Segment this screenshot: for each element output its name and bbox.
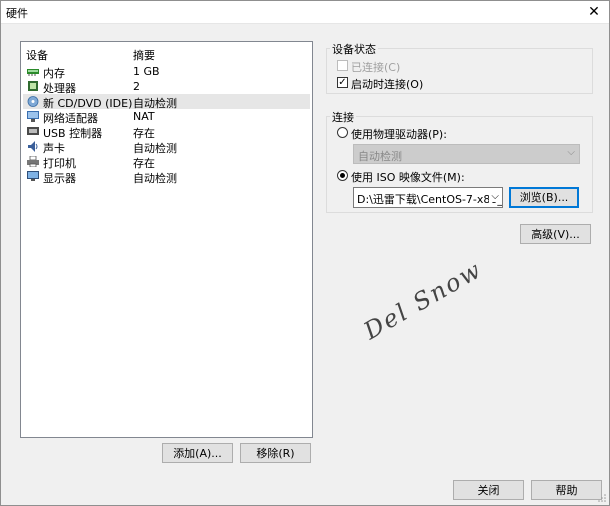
connected-label: 已连接(C) bbox=[351, 61, 401, 74]
device-row-cd-dvd[interactable]: 新 CD/DVD (IDE) 自动检测 bbox=[23, 94, 310, 110]
connect-at-power-on-label: 启动时连接(O) bbox=[351, 78, 424, 91]
device-summary: 2 bbox=[133, 80, 140, 93]
device-row-processor[interactable]: 处理器 2 bbox=[23, 79, 310, 95]
device-row-memory[interactable]: 内存 1 GB bbox=[23, 64, 310, 80]
radio-dot-icon bbox=[340, 173, 345, 178]
connect-at-power-on-checkbox[interactable]: ✓ bbox=[337, 77, 348, 88]
device-row-display[interactable]: 显示器 自动检测 bbox=[23, 169, 310, 185]
device-status-label: 设备状态 bbox=[330, 41, 378, 57]
watermark-signature: Del Snow bbox=[359, 255, 488, 346]
device-name: 显示器 bbox=[43, 172, 76, 185]
device-row-network[interactable]: 网络适配器 NAT bbox=[23, 109, 310, 125]
remove-button[interactable]: 移除(R) bbox=[240, 443, 311, 463]
iso-image-label: 使用 ISO 映像文件(M): bbox=[351, 171, 465, 184]
column-header-device[interactable]: 设备 bbox=[26, 47, 48, 63]
hardware-dialog: 硬件 ✕ 设备 摘要 内存 1 GB 处理器 2 新 CD/DVD (IDE) … bbox=[0, 0, 610, 506]
memory-icon bbox=[27, 69, 39, 76]
iso-path-combo[interactable]: D:\迅雷下载\CentOS-7-x86_ ⌵ bbox=[353, 187, 503, 208]
usb-icon bbox=[27, 127, 39, 135]
resize-grip-icon[interactable] bbox=[597, 493, 607, 503]
cd-dvd-icon bbox=[27, 96, 39, 107]
title-bar: 硬件 ✕ bbox=[1, 1, 609, 24]
device-list[interactable]: 设备 摘要 内存 1 GB 处理器 2 新 CD/DVD (IDE) 自动检测 … bbox=[20, 41, 313, 438]
printer-icon bbox=[27, 156, 39, 167]
device-list-header: 设备 摘要 bbox=[21, 42, 312, 63]
connected-checkbox[interactable] bbox=[337, 60, 348, 71]
sound-card-icon bbox=[28, 141, 38, 152]
chevron-down-icon: ⌵ bbox=[489, 191, 499, 202]
checkmark-icon: ✓ bbox=[338, 77, 347, 88]
connection-label: 连接 bbox=[330, 109, 356, 125]
chevron-down-icon: ⌵ bbox=[567, 147, 575, 158]
add-button[interactable]: 添加(A)... bbox=[162, 443, 233, 463]
help-button[interactable]: 帮助 bbox=[531, 480, 602, 500]
close-icon[interactable]: ✕ bbox=[579, 1, 609, 23]
device-summary: 1 GB bbox=[133, 65, 160, 78]
device-summary: NAT bbox=[133, 110, 155, 123]
advanced-button[interactable]: 高级(V)... bbox=[520, 224, 591, 244]
physical-drive-radio[interactable] bbox=[337, 127, 348, 138]
physical-drive-select[interactable]: 自动检测 ⌵ bbox=[353, 144, 580, 164]
physical-drive-value: 自动检测 bbox=[358, 150, 402, 163]
physical-drive-label: 使用物理驱动器(P): bbox=[351, 128, 447, 141]
iso-path-value: D:\迅雷下载\CentOS-7-x86_ bbox=[357, 193, 503, 206]
window-title: 硬件 bbox=[6, 7, 28, 20]
column-header-summary[interactable]: 摘要 bbox=[133, 47, 155, 63]
network-adapter-icon bbox=[27, 111, 39, 122]
device-summary: 自动检测 bbox=[133, 172, 177, 185]
device-row-usb[interactable]: USB 控制器 存在 bbox=[23, 124, 310, 140]
processor-icon bbox=[28, 81, 38, 91]
device-row-printer[interactable]: 打印机 存在 bbox=[23, 154, 310, 170]
browse-button[interactable]: 浏览(B)... bbox=[509, 187, 579, 208]
iso-image-radio[interactable] bbox=[337, 170, 348, 181]
display-icon bbox=[27, 171, 39, 181]
device-row-sound[interactable]: 声卡 自动检测 bbox=[23, 139, 310, 155]
close-button[interactable]: 关闭 bbox=[453, 480, 524, 500]
